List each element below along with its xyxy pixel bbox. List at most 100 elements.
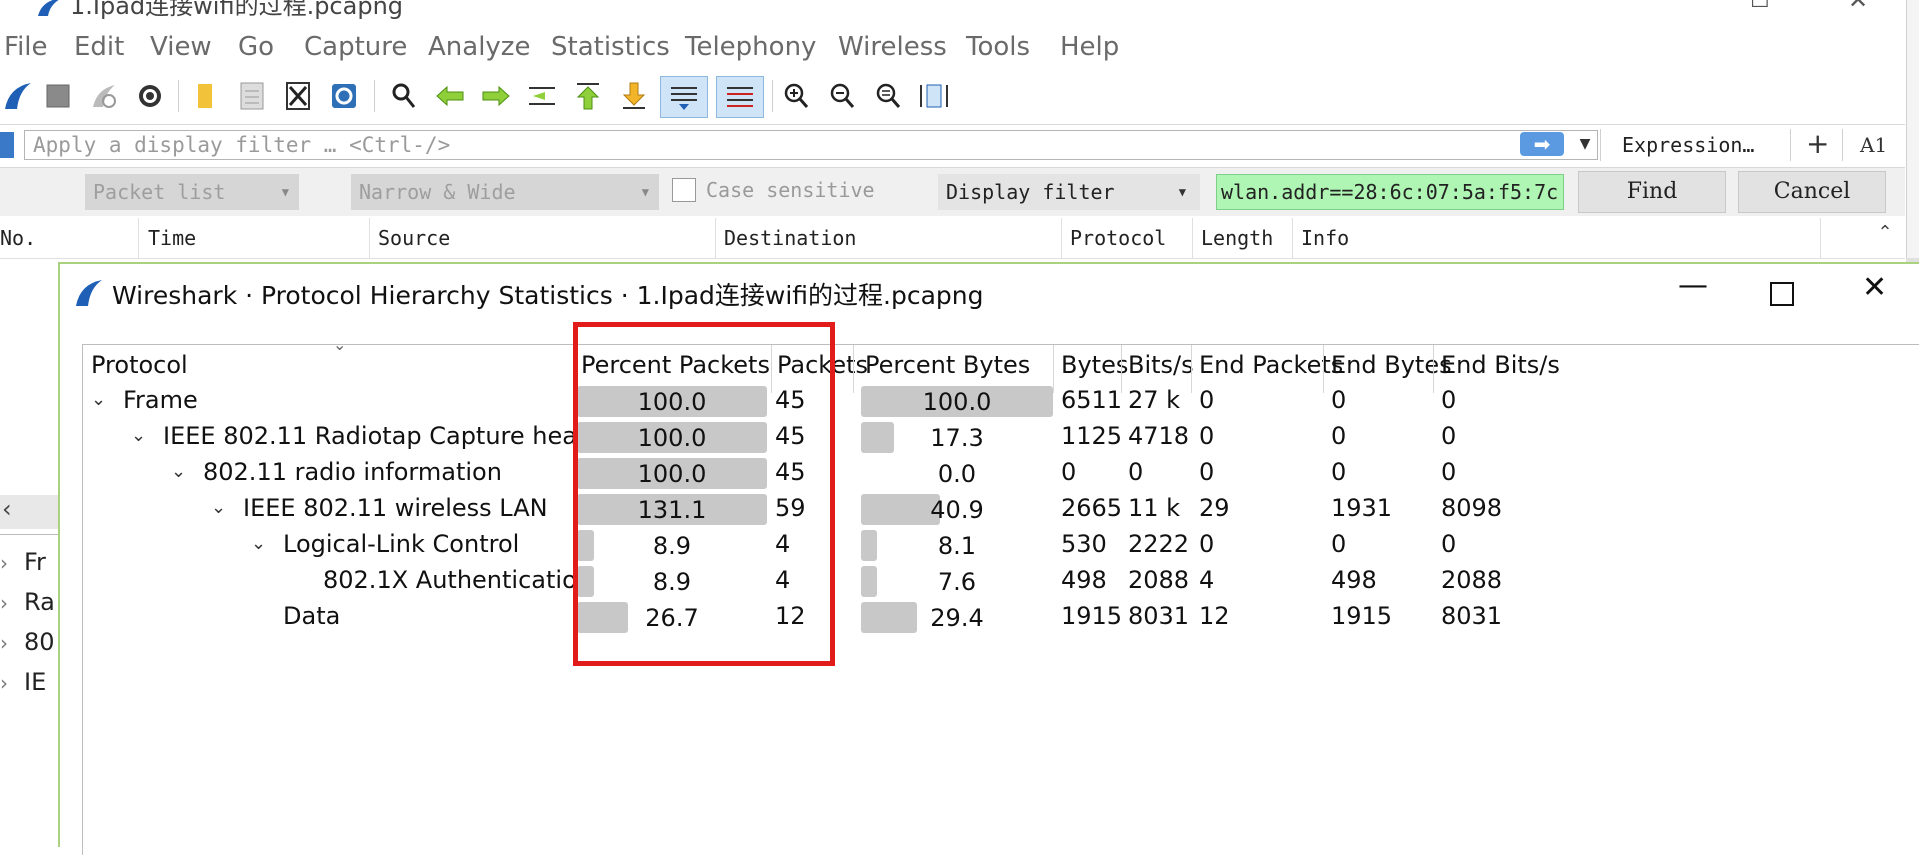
menu-view[interactable]: View	[150, 32, 212, 62]
last-packet-icon[interactable]	[616, 78, 652, 114]
wireshark-fin-icon	[76, 280, 102, 306]
resize-columns-icon[interactable]	[916, 78, 952, 114]
tree-row[interactable]: ⌄ Frame 100.0 100.0 45 6511 27 k000	[83, 383, 1919, 419]
menu-go[interactable]: Go	[238, 32, 274, 62]
menu-statistics[interactable]: Statistics	[551, 32, 670, 62]
apply-filter-arrow-icon[interactable]: ➡	[1520, 132, 1564, 156]
tree-row[interactable]: Data 26.7 29.4 12 1915 8031 12 1915 8031	[83, 599, 1919, 635]
tree-row[interactable]: ⌄ Logical-Link Control 8.9 8.1 4 530 2222 0 0 0	[83, 527, 1919, 563]
col-destination[interactable]: Destination	[724, 226, 856, 250]
find-icon[interactable]	[386, 78, 422, 114]
chevron-right-icon[interactable]: ›	[0, 631, 8, 655]
autoscroll-icon[interactable]	[660, 76, 708, 118]
close-icon[interactable]: ✕	[1862, 270, 1887, 305]
col-info[interactable]: Info	[1301, 226, 1349, 250]
stop-icon[interactable]	[40, 78, 76, 114]
cancel-button[interactable]: Cancel	[1738, 171, 1886, 213]
menu-wireless[interactable]: Wireless	[838, 32, 947, 62]
col-end-bits-per-sec[interactable]: End Bits/s	[1441, 351, 1560, 379]
bits-s-value: 2088	[1128, 566, 1190, 594]
restart-icon[interactable]	[86, 78, 122, 114]
shark-fin-start-icon[interactable]	[0, 78, 36, 114]
horizontal-scrollbar[interactable]: ‹	[0, 495, 58, 529]
detail-row[interactable]: › Fr	[0, 548, 46, 576]
menu-help[interactable]: Help	[1060, 32, 1119, 62]
minimize-icon[interactable]: —	[1678, 268, 1708, 303]
col-bits-per-sec[interactable]: Bits/s	[1128, 351, 1194, 379]
find-search-input[interactable]: wlan.addr==28:6c:07:5a:f5:7c	[1216, 174, 1564, 210]
reload-icon[interactable]	[326, 78, 362, 114]
bookmark-icon[interactable]	[0, 132, 14, 158]
toolbar-separator	[178, 80, 179, 112]
tree-row[interactable]: 802.1X Authentication 8.9 7.6 4 498 2088 4 498 2…	[83, 563, 1919, 599]
menu-telephony[interactable]: Telephony	[685, 32, 816, 62]
zoom-in-icon[interactable]	[778, 78, 814, 114]
menu-edit[interactable]: Edit	[74, 32, 124, 62]
tree-row[interactable]: ⌄ IEEE 802.11 wireless LAN 131.1 40.9 59 2665…	[83, 491, 1919, 527]
detail-row[interactable]: › 80	[0, 628, 55, 656]
end-packets-value: 0	[1199, 458, 1215, 486]
divider	[1292, 218, 1293, 258]
col-time[interactable]: Time	[148, 226, 196, 250]
chevron-right-icon[interactable]: ›	[0, 551, 8, 575]
display-filter-input[interactable]: Apply a display filter … <Ctrl-/>	[24, 130, 1598, 160]
chevron-down-icon[interactable]: ⌄	[91, 389, 106, 410]
open-file-icon[interactable]	[234, 78, 270, 114]
go-forward-icon[interactable]	[478, 78, 514, 114]
bytes-value: 530	[1061, 530, 1107, 558]
normal-size-icon[interactable]	[870, 78, 906, 114]
col-percent-bytes[interactable]: Percent Bytes	[865, 351, 1030, 379]
menu-capture[interactable]: Capture	[304, 32, 407, 62]
go-back-icon[interactable]	[432, 78, 468, 114]
search-in-select[interactable]: Packet list ▼	[85, 174, 299, 210]
tree-row[interactable]: ⌄ 802.11 radio information 100.0 0.0 45 0 0 0 0 0	[83, 455, 1919, 491]
detail-row[interactable]: › IE	[0, 668, 46, 696]
chevron-down-icon[interactable]: ⌄	[131, 425, 146, 446]
open-folder-icon[interactable]	[188, 78, 224, 114]
menu-file[interactable]: File	[4, 32, 48, 62]
maximize-icon[interactable]: ☐	[1750, 0, 1770, 13]
zoom-out-icon[interactable]	[824, 78, 860, 114]
colorize-icon[interactable]	[716, 76, 764, 118]
expression-button[interactable]: Expression…	[1622, 133, 1754, 157]
col-protocol[interactable]: Protocol	[1070, 226, 1166, 250]
case-sensitive-checkbox[interactable]	[672, 178, 696, 202]
chevron-down-icon[interactable]: ⌄	[171, 461, 186, 482]
chevron-down-icon[interactable]: ⌄	[251, 533, 266, 554]
char-width-select[interactable]: Narrow & Wide ▼	[351, 174, 659, 210]
chevron-down-icon[interactable]: ⌄	[211, 497, 226, 518]
protocol-name: Frame	[123, 386, 198, 414]
col-protocol[interactable]: Protocol	[91, 351, 188, 379]
col-bytes[interactable]: Bytes	[1061, 351, 1128, 379]
scroll-up-icon[interactable]: ⌃	[1870, 222, 1900, 252]
filter-history-dropdown-icon[interactable]: ▼	[1572, 132, 1598, 156]
find-button[interactable]: Find	[1578, 171, 1726, 213]
protocol-name: IEEE 802.11 Radiotap Capture header	[163, 422, 617, 450]
percent-bytes-value: 29.4	[930, 604, 984, 632]
options-gear-icon[interactable]	[132, 78, 168, 114]
col-source[interactable]: Source	[378, 226, 450, 250]
end-bits-s-value: 0	[1441, 386, 1457, 414]
col-end-packets[interactable]: End Packets	[1199, 351, 1343, 379]
first-packet-icon[interactable]	[570, 78, 606, 114]
protocol-name: Logical-Link Control	[283, 530, 520, 558]
go-to-packet-icon[interactable]	[524, 78, 560, 114]
col-length[interactable]: Length	[1201, 226, 1273, 250]
bits-s-value: 0	[1128, 458, 1144, 486]
chevron-left-icon[interactable]: ‹	[2, 495, 12, 523]
close-file-icon[interactable]	[280, 78, 316, 114]
sort-indicator-icon: ⌄	[333, 335, 347, 354]
close-icon[interactable]: ✕	[1848, 0, 1868, 14]
menu-tools[interactable]: Tools	[966, 32, 1030, 62]
filter-button-a1[interactable]: A1	[1860, 133, 1887, 157]
tree-row[interactable]: ⌄ IEEE 802.11 Radiotap Capture header 100.…	[83, 419, 1919, 455]
col-no[interactable]: No.	[0, 226, 36, 250]
detail-row[interactable]: › Ra	[0, 588, 55, 616]
chevron-right-icon[interactable]: ›	[0, 591, 8, 615]
add-filter-button[interactable]: +	[1806, 127, 1829, 160]
end-packets-value: 29	[1199, 494, 1230, 522]
search-type-select[interactable]: Display filter ▼	[938, 174, 1200, 210]
maximize-icon[interactable]	[1770, 282, 1794, 306]
chevron-right-icon[interactable]: ›	[0, 671, 8, 695]
menu-analyze[interactable]: Analyze	[428, 32, 530, 62]
